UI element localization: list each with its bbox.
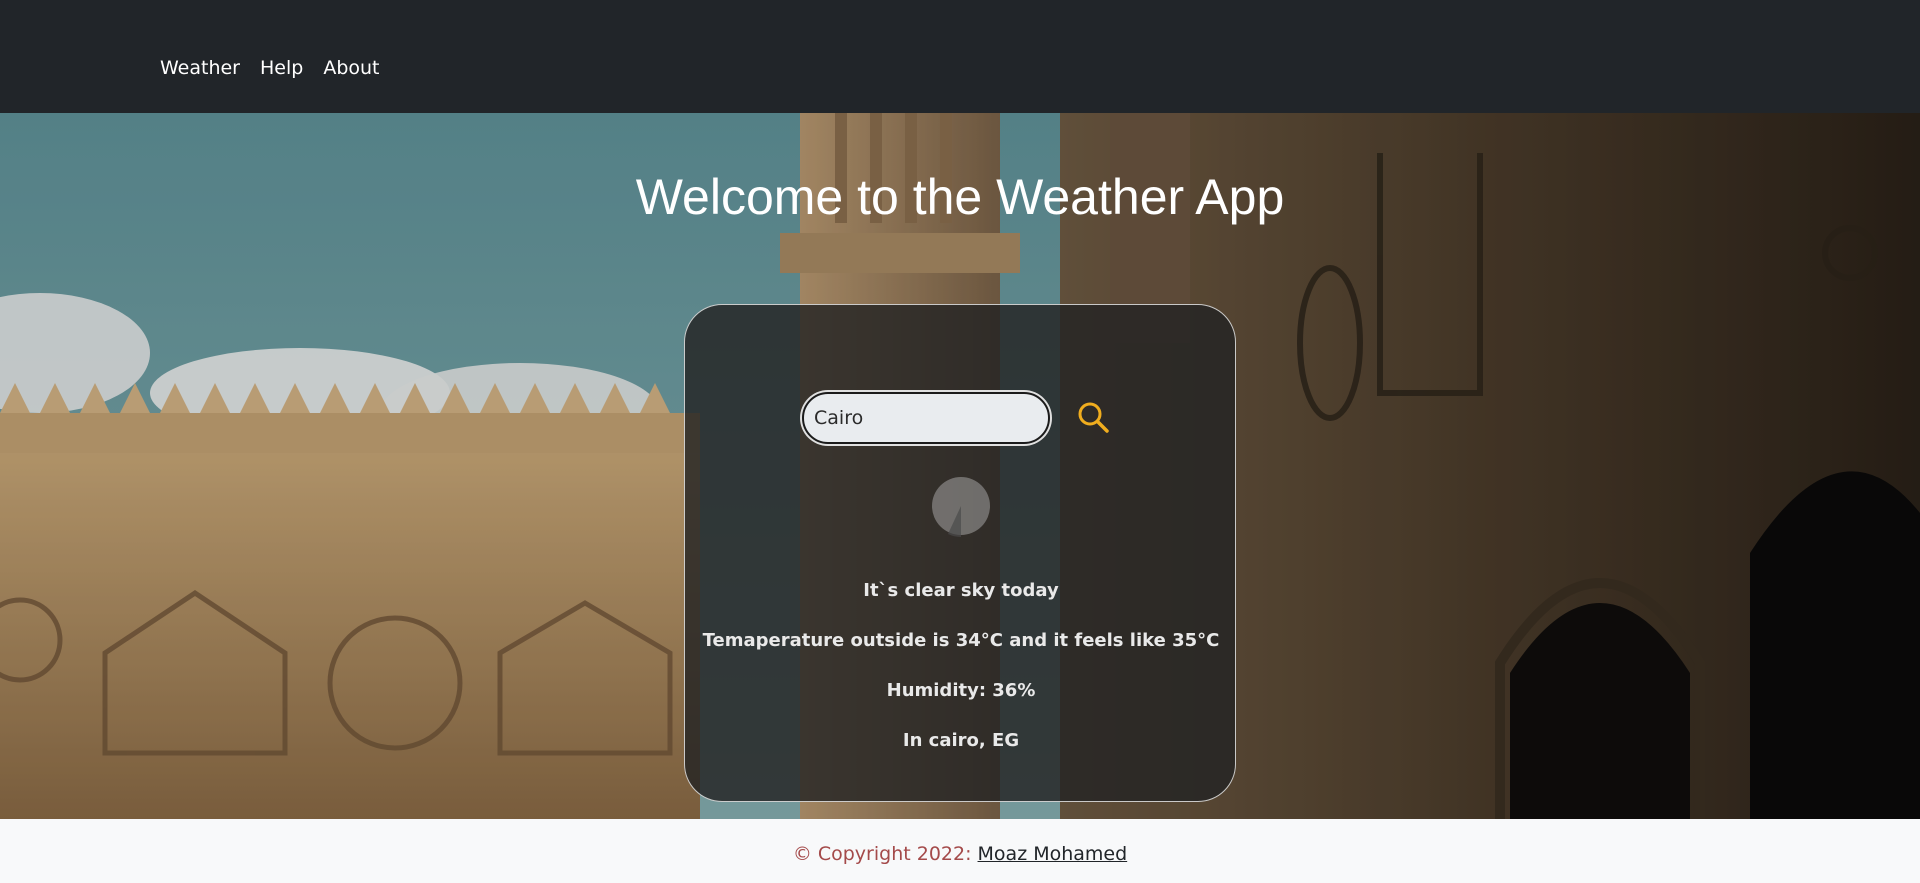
nav-link-about[interactable]: About <box>323 57 379 79</box>
nav-links: Weather Help About <box>160 57 380 79</box>
footer: © Copyright 2022: Moaz Mohamed <box>0 819 1920 883</box>
weather-cloud-icon <box>932 477 990 537</box>
weather-card: It`s clear sky today Temaperature outsid… <box>684 304 1236 802</box>
weather-location: In cairo, EG <box>902 730 1020 751</box>
hero-section: Welcome to the Weather App It`s clear sk… <box>0 113 1920 819</box>
weather-description: It`s clear sky today <box>863 580 1059 601</box>
nav-link-weather[interactable]: Weather <box>160 57 240 79</box>
city-search-input[interactable] <box>802 392 1050 444</box>
weather-temperature: Temaperature outside is 34°C and it feel… <box>702 630 1220 651</box>
page-title: Welcome to the Weather App <box>635 169 1285 225</box>
navbar: Weather Help About <box>0 0 1920 113</box>
search-button[interactable] <box>1071 395 1117 441</box>
author-link[interactable]: Moaz Mohamed <box>978 843 1128 865</box>
footer-text: © Copyright 2022: Moaz Mohamed <box>0 843 1920 865</box>
nav-link-help[interactable]: Help <box>260 57 303 79</box>
search-icon <box>1078 402 1109 433</box>
copyright-label: © Copyright 2022: <box>792 843 978 865</box>
weather-humidity: Humidity: 36% <box>886 680 1036 701</box>
